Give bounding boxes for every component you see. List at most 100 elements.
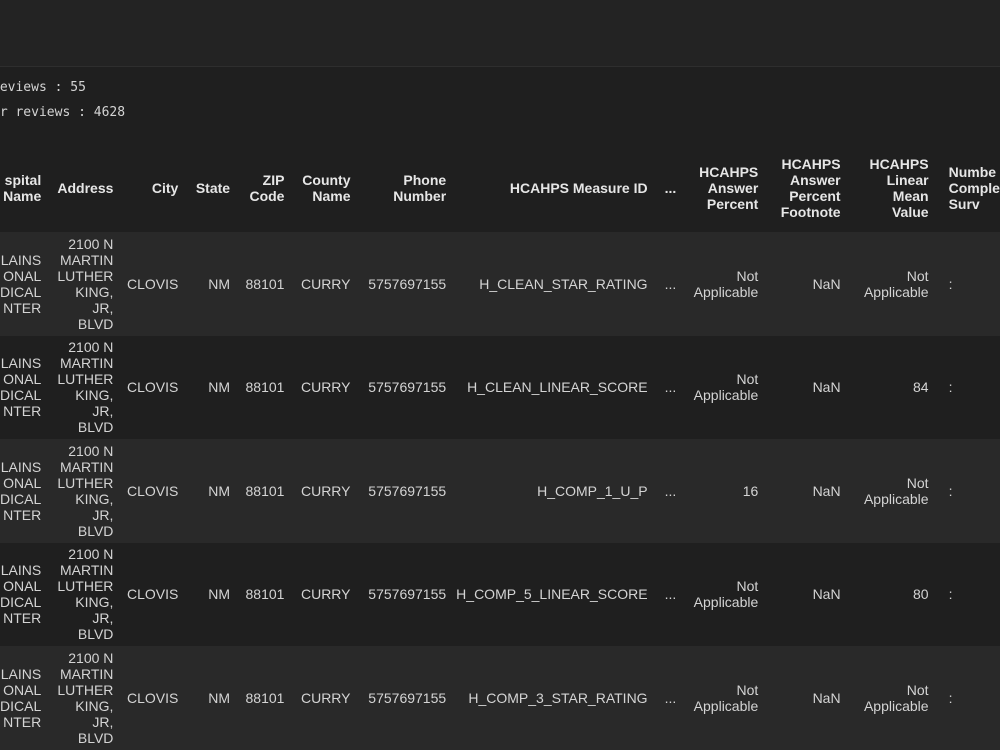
cell-address: 2100 N MARTIN LUTHER KING, JR, BLVD bbox=[51, 232, 123, 336]
cell-answer-percent-footnote: NaN bbox=[768, 232, 850, 336]
column-header-text: Comple bbox=[948, 180, 1000, 196]
cell-text: CLOVIS bbox=[126, 689, 179, 706]
cell-text: 5757697155 bbox=[368, 379, 447, 396]
cell-hospital-name: LAINS ONAL DICAL NTER bbox=[0, 543, 51, 647]
cell-text: DICAL bbox=[0, 594, 42, 611]
cell-text: Not bbox=[906, 267, 929, 284]
cell-answer-percent-footnote: NaN bbox=[768, 336, 850, 440]
cell-text: BLVD bbox=[77, 522, 114, 539]
column-header-text: HCAHPS Measure ID bbox=[509, 180, 648, 196]
cell-linear-mean: Not Applicable bbox=[851, 232, 939, 336]
cell-text: Not bbox=[906, 474, 929, 491]
cell-text: LAINS bbox=[0, 458, 42, 475]
cell-text: CLOVIS bbox=[126, 379, 179, 396]
output-text-line: or reviews : 4628 bbox=[0, 105, 126, 120]
cell-linear-mean: Not Applicable bbox=[851, 646, 939, 750]
cell-text: DICAL bbox=[0, 387, 42, 404]
cell-text: NM bbox=[208, 379, 231, 396]
cell-text: CURRY bbox=[300, 275, 351, 292]
cell-text: : bbox=[948, 689, 953, 706]
cell-text: 5757697155 bbox=[368, 689, 447, 706]
cell-text: NTER bbox=[3, 610, 42, 627]
cell-state: NM bbox=[188, 336, 240, 440]
column-header-text: Mean bbox=[892, 188, 929, 204]
cell-answer-percent-footnote: NaN bbox=[768, 543, 850, 647]
notebook-toolbar bbox=[0, 0, 1000, 67]
cell-address: 2100 N MARTIN LUTHER KING, JR, BLVD bbox=[51, 543, 123, 647]
cell-county: CURRY bbox=[294, 646, 360, 750]
cell-measure-id: H_CLEAN_STAR_RATING bbox=[456, 232, 657, 336]
cell-text: 88101 bbox=[245, 689, 285, 706]
cell-measure-id: H_COMP_1_U_P bbox=[456, 439, 657, 543]
column-header-zip: ZIP Code bbox=[240, 144, 295, 232]
table-row: LAINS ONAL DICAL NTER 2100 N MARTIN LUTHER KING… bbox=[0, 335, 1000, 440]
cell-text: Not bbox=[736, 371, 759, 388]
cell-text: 88101 bbox=[245, 586, 285, 603]
cell-text: 2100 N bbox=[68, 546, 114, 563]
cell-hospital-name: LAINS ONAL DICAL NTER bbox=[0, 232, 51, 336]
cell-text: ... bbox=[664, 689, 677, 706]
cell-text: CLOVIS bbox=[126, 275, 179, 292]
cell-answer-percent: Not Applicable bbox=[683, 543, 768, 647]
cell-answer-percent: Not Applicable bbox=[683, 232, 768, 336]
table-row: LAINS ONAL DICAL NTER 2100 N MARTIN LUTHER KING… bbox=[0, 232, 1000, 336]
cell-text: 5757697155 bbox=[368, 482, 447, 499]
column-header-text: spital bbox=[4, 172, 42, 188]
cell-text: KING, bbox=[75, 697, 114, 714]
column-header-text: State bbox=[195, 180, 231, 196]
cell-text: 2100 N bbox=[68, 442, 114, 459]
cell-completed-surveys: : bbox=[939, 439, 1000, 543]
cell-county: CURRY bbox=[294, 439, 360, 543]
column-header-text: Name bbox=[312, 188, 351, 204]
column-header-text: County bbox=[302, 172, 351, 188]
cell-completed-surveys: : bbox=[939, 646, 1000, 750]
cell-text: 5757697155 bbox=[368, 275, 447, 292]
cell-state: NM bbox=[188, 543, 240, 647]
column-header-state: State bbox=[188, 144, 241, 232]
cell-city: CLOVIS bbox=[123, 439, 188, 543]
cell-text: NM bbox=[208, 275, 231, 292]
cell-measure-id: H_COMP_3_STAR_RATING bbox=[456, 646, 657, 750]
cell-text: 84 bbox=[913, 379, 929, 396]
cell-text: 2100 N bbox=[68, 339, 114, 356]
column-header-text: Address bbox=[57, 180, 114, 196]
cell-text: NaN bbox=[812, 689, 841, 706]
cell-text: NaN bbox=[812, 586, 841, 603]
column-header-linear-mean: HCAHPS Linear Mean Value bbox=[850, 144, 939, 232]
column-header-text: Surv bbox=[948, 196, 980, 212]
column-header-text: Code bbox=[249, 188, 285, 204]
cell-text: LAINS bbox=[0, 665, 42, 682]
cell-text: KING, bbox=[75, 594, 114, 611]
cell-text: NTER bbox=[3, 713, 42, 730]
cell-completed-surveys: : bbox=[939, 232, 1000, 336]
cell-text: Applicable bbox=[693, 387, 759, 404]
cell-answer-percent: 16 bbox=[683, 439, 768, 543]
cell-text: LAINS bbox=[0, 562, 42, 579]
cell-hospital-name: LAINS ONAL DICAL NTER bbox=[0, 646, 51, 750]
cell-measure-id: H_COMP_5_LINEAR_SCORE bbox=[456, 543, 657, 647]
cell-completed-surveys: : bbox=[939, 543, 1000, 647]
table-row: LAINS ONAL DICAL NTER 2100 N MARTIN LUTHER KING… bbox=[0, 646, 1000, 750]
cell-text: LUTHER bbox=[57, 474, 114, 491]
cell-text: MARTIN bbox=[59, 562, 114, 579]
cell-text: NaN bbox=[812, 275, 841, 292]
column-header-answer-percent-footnote: HCAHPS Answer Percent Footnote bbox=[768, 144, 851, 232]
cell-text: ... bbox=[664, 379, 677, 396]
cell-text: Applicable bbox=[863, 283, 929, 300]
cell-text: Applicable bbox=[693, 283, 759, 300]
cell-text: ONAL bbox=[3, 371, 42, 388]
cell-text: CURRY bbox=[300, 482, 351, 499]
cell-text: NM bbox=[208, 586, 231, 603]
column-header-text: ... bbox=[664, 180, 677, 196]
column-header-text: Phone bbox=[403, 172, 447, 188]
cell-text: NTER bbox=[3, 506, 42, 523]
cell-zip: 88101 bbox=[240, 336, 294, 440]
cell-text: NM bbox=[208, 689, 231, 706]
cell-text: 16 bbox=[742, 482, 759, 499]
column-header-text: City bbox=[151, 180, 179, 196]
cell-text: CURRY bbox=[300, 689, 351, 706]
table-header-row: spital Name Address City State ZIP Code County N… bbox=[0, 144, 1000, 232]
cell-zip: 88101 bbox=[240, 646, 294, 750]
cell-county: CURRY bbox=[294, 336, 360, 440]
column-header-measure-id: HCAHPS Measure ID bbox=[456, 144, 658, 232]
